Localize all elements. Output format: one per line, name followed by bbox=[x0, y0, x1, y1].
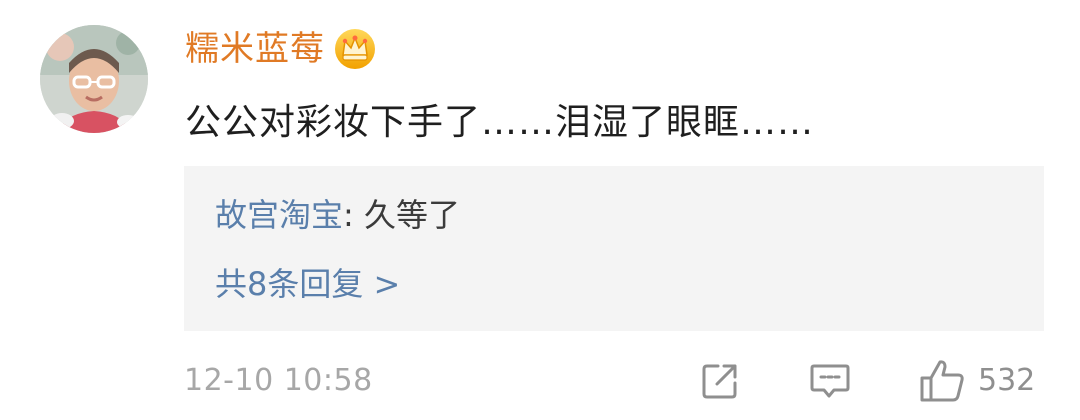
view-replies-link[interactable]: 共8条回复 > bbox=[215, 262, 400, 306]
reply-preview[interactable]: 故宫淘宝: 久等了 共8条回复 > bbox=[184, 166, 1044, 331]
share-button[interactable] bbox=[700, 356, 740, 406]
comment-card: 糯米蓝莓 公公对彩妆下手了……泪湿了眼眶…… 故宫淘宝: 久等了 共8条回复 >… bbox=[0, 0, 1080, 420]
reply-line: 故宫淘宝: 久等了 bbox=[215, 193, 460, 237]
reply-author[interactable]: 故宫淘宝 bbox=[215, 196, 343, 234]
avatar-image bbox=[40, 25, 148, 133]
comment-text: 公公对彩妆下手了……泪湿了眼眶…… bbox=[185, 102, 815, 143]
avatar[interactable] bbox=[40, 25, 148, 133]
name-row: 糯米蓝莓 bbox=[185, 26, 377, 72]
like-button[interactable]: 532 bbox=[918, 356, 1035, 406]
comment-button[interactable] bbox=[809, 356, 851, 406]
share-icon bbox=[700, 361, 740, 401]
reply-text: 久等了 bbox=[363, 196, 460, 234]
thumbs-up-icon bbox=[918, 358, 966, 404]
like-count: 532 bbox=[978, 363, 1036, 398]
reply-separator: : bbox=[343, 196, 364, 234]
crown-badge-icon bbox=[333, 27, 377, 71]
comment-icon bbox=[809, 360, 851, 402]
timestamp: 12-10 10:58 bbox=[184, 363, 373, 398]
username[interactable]: 糯米蓝莓 bbox=[185, 26, 325, 72]
